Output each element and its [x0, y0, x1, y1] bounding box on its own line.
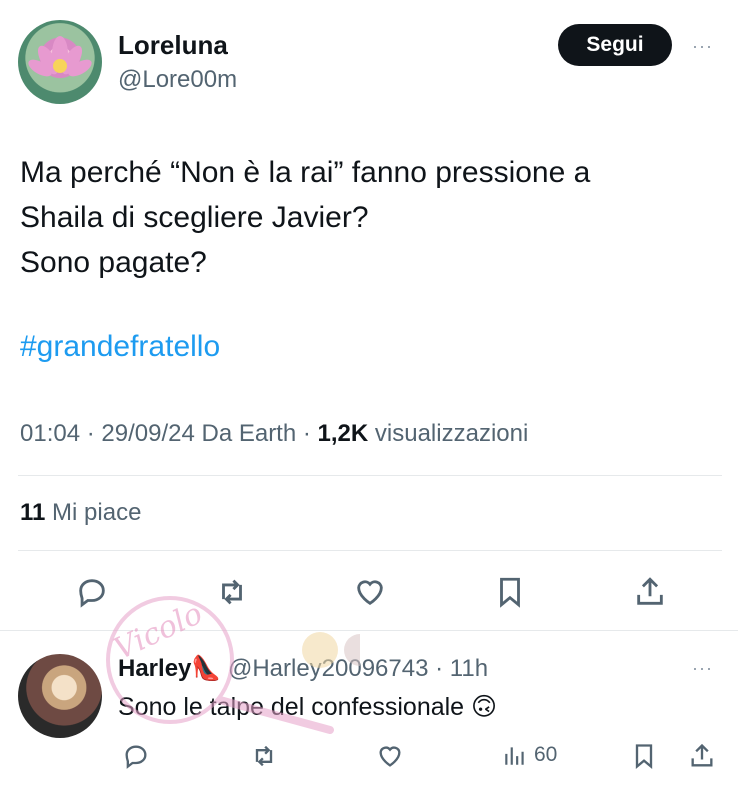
tweet-time[interactable]: 01:04: [20, 420, 80, 447]
author-display-name[interactable]: Loreluna: [118, 30, 228, 61]
author-handle[interactable]: @Lore00m: [118, 66, 237, 94]
tweet-text-line: Sono pagate?: [20, 246, 207, 279]
tweet-text-line: Shaila di scegliere Javier?: [20, 201, 369, 234]
lotus-flower-image: [28, 36, 92, 77]
reply-text: Sono le talpe del confessionale 🙃: [118, 693, 498, 721]
views-count: 1,2K: [317, 420, 369, 447]
share-icon[interactable]: [630, 572, 670, 612]
reply-retweet-icon[interactable]: [244, 736, 284, 776]
reply-handle[interactable]: @Harley20096743: [228, 655, 429, 682]
section-separator: [0, 630, 738, 631]
tweet-date[interactable]: 29/09/24: [101, 420, 194, 447]
tweet-text-line: Ma perché “Non è la rai” fanno pressione…: [20, 156, 591, 189]
reply-share-icon[interactable]: [682, 736, 722, 776]
views-icon: [505, 747, 524, 765]
likes-summary[interactable]: 11 Mi piace: [20, 499, 141, 527]
follow-button[interactable]: Segui: [558, 24, 672, 66]
reply-bookmark-icon[interactable]: [624, 736, 664, 776]
divider: [18, 550, 722, 551]
reply-more-options-icon[interactable]: ···: [692, 658, 713, 679]
reply-reply-icon[interactable]: [116, 736, 156, 776]
reply-time[interactable]: 11h: [450, 655, 488, 682]
more-options-icon[interactable]: ···: [692, 36, 713, 57]
tweet-meta: 01:04 · 29/09/24 Da Earth · 1,2K visuali…: [20, 420, 529, 447]
reply-header: Harley👠 @Harley20096743 · 11h: [118, 655, 489, 682]
likes-label: Mi piace: [52, 499, 142, 526]
views-label: visualizzazioni: [374, 420, 529, 447]
reply-icon[interactable]: [72, 572, 112, 612]
tweet-text: Ma perché “Non è la rai” fanno pressione…: [20, 150, 710, 285]
bookmark-icon[interactable]: [490, 572, 530, 612]
author-avatar[interactable]: [18, 20, 102, 104]
reply-display-name[interactable]: Harley: [118, 655, 191, 682]
likes-count: 11: [20, 499, 46, 526]
heel-emoji: 👠: [191, 655, 222, 682]
reply-avatar[interactable]: [18, 654, 102, 738]
hashtag-link[interactable]: #grandefratello: [20, 330, 220, 364]
reply-views-count: 60: [534, 743, 558, 766]
divider: [18, 475, 722, 476]
reply-views[interactable]: 60: [502, 742, 557, 768]
like-icon[interactable]: [350, 572, 390, 612]
tweet-source: Da Earth: [201, 420, 297, 447]
reply-like-icon[interactable]: [370, 736, 410, 776]
retweet-icon[interactable]: [212, 572, 252, 612]
